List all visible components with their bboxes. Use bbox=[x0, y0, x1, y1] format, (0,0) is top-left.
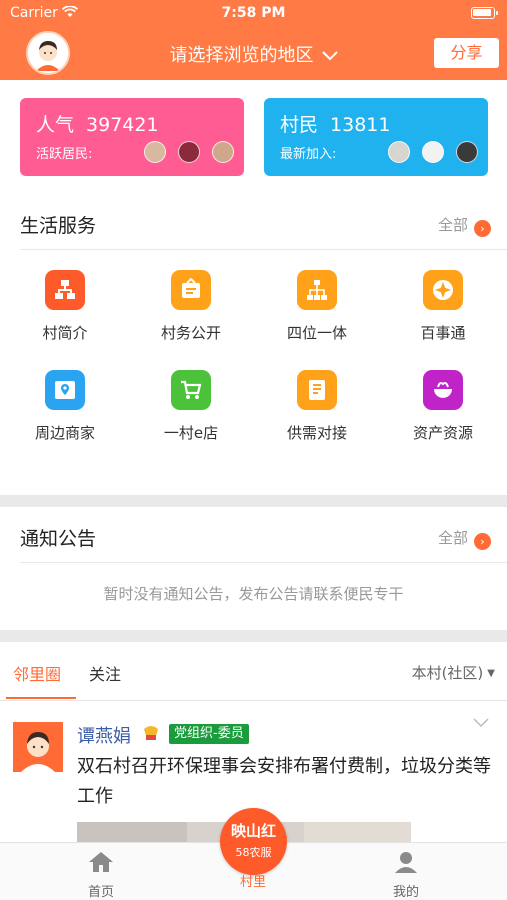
service-know-all[interactable]: 百事通 bbox=[380, 250, 506, 350]
caret-down-icon: ▼ bbox=[487, 668, 495, 679]
resident-avatar[interactable] bbox=[178, 141, 200, 163]
post-text[interactable]: 双石村召开环保理事会安排布署付费制，垃圾分类等工作 bbox=[77, 752, 497, 812]
chevron-down-icon[interactable] bbox=[473, 716, 489, 732]
all-label: 全部 bbox=[437, 216, 468, 234]
member-avatar[interactable] bbox=[422, 141, 444, 163]
app-screen: Carrier 7:58 PM 请选择浏览的地区 分享 人气 397421 活跃居… bbox=[0, 0, 507, 900]
promo-line2: 58农服 bbox=[235, 846, 272, 859]
popularity-value: 397421 bbox=[86, 114, 159, 136]
chevron-down-icon bbox=[321, 45, 338, 66]
notices-empty-message: 暂时没有通知公告，发布公告请联系便民专干 bbox=[0, 566, 507, 630]
clock: 7:58 PM bbox=[221, 5, 286, 21]
map-pin-icon bbox=[45, 370, 85, 410]
promo-line1: 映山红 bbox=[230, 822, 276, 840]
service-supply-demand[interactable]: 供需对接 bbox=[254, 350, 380, 450]
notices-title: 通知公告 bbox=[20, 528, 97, 550]
section-gap bbox=[0, 495, 507, 507]
villagers-card[interactable]: 村民 13811 最新加入: bbox=[264, 98, 488, 176]
service-village-store[interactable]: 一村e店 bbox=[128, 350, 254, 450]
person-icon bbox=[394, 852, 418, 877]
tab-following[interactable]: 关注 bbox=[89, 661, 121, 685]
villagers-label: 村民 bbox=[280, 114, 319, 136]
chevron-right-icon: › bbox=[474, 220, 491, 237]
home-icon bbox=[88, 852, 114, 877]
nav-mine[interactable]: 我的 bbox=[356, 851, 456, 900]
new-members-avatars bbox=[376, 141, 478, 163]
nav-home[interactable]: 首页 bbox=[51, 851, 151, 900]
status-bar: Carrier 7:58 PM bbox=[0, 0, 507, 28]
service-label: 一村e店 bbox=[163, 424, 219, 442]
cart-icon bbox=[171, 370, 211, 410]
post-photo[interactable] bbox=[77, 822, 187, 842]
medal-icon bbox=[141, 723, 161, 743]
notice-board-icon bbox=[171, 270, 211, 310]
post-author-avatar[interactable] bbox=[13, 722, 63, 772]
service-nearby-merchants[interactable]: 周边商家 bbox=[2, 350, 128, 450]
role-badge: 党组织-委员 bbox=[169, 724, 249, 744]
all-label: 全部 bbox=[437, 529, 468, 547]
share-button[interactable]: 分享 bbox=[434, 38, 499, 68]
resident-avatar[interactable] bbox=[212, 141, 234, 163]
service-grid: 村简介 村务公开 四位一体 百事通 周边商家 一村e店 供需对接 资产资源 bbox=[0, 250, 507, 495]
service-label: 资产资源 bbox=[412, 424, 473, 442]
life-services-all-link[interactable]: 全部 › bbox=[438, 214, 491, 237]
life-services-header: 生活服务 全部 › bbox=[0, 194, 507, 250]
service-four-in-one[interactable]: 四位一体 bbox=[254, 250, 380, 350]
service-label: 四位一体 bbox=[286, 324, 347, 342]
battery-icon bbox=[471, 7, 498, 19]
service-label: 供需对接 bbox=[286, 424, 347, 442]
section-gap bbox=[0, 630, 507, 642]
post-author-name[interactable]: 谭燕娟 bbox=[77, 722, 131, 748]
notices-all-link[interactable]: 全部 › bbox=[438, 527, 491, 550]
active-residents-avatars bbox=[132, 141, 234, 163]
popularity-card[interactable]: 人气 397421 活跃居民: bbox=[20, 98, 244, 176]
service-assets[interactable]: 资产资源 bbox=[380, 350, 506, 450]
service-label: 百事通 bbox=[420, 324, 466, 342]
stats-panel: 人气 397421 活跃居民: 村民 13811 最新加入: bbox=[0, 80, 507, 186]
scope-label: 本村(社区) bbox=[411, 664, 484, 682]
region-prompt: 请选择浏览的地区 bbox=[169, 45, 314, 66]
new-members-label: 最新加入: bbox=[280, 147, 337, 162]
service-village-intro[interactable]: 村简介 bbox=[2, 250, 128, 350]
tab-neighborhood[interactable]: 邻里圈 bbox=[13, 661, 61, 685]
active-tab-indicator bbox=[6, 697, 76, 699]
top-header: Carrier 7:58 PM 请选择浏览的地区 分享 bbox=[0, 0, 507, 80]
region-selector[interactable]: 请选择浏览的地区 bbox=[0, 41, 507, 67]
service-label: 村务公开 bbox=[160, 324, 221, 342]
compass-icon bbox=[423, 270, 463, 310]
villagers-value: 13811 bbox=[330, 114, 391, 136]
hierarchy-icon bbox=[297, 270, 337, 310]
service-village-affairs[interactable]: 村务公开 bbox=[128, 250, 254, 350]
service-label: 周边商家 bbox=[34, 424, 95, 442]
bowl-icon bbox=[423, 370, 463, 410]
active-residents-label: 活跃居民: bbox=[36, 147, 93, 162]
feed-tabs: 邻里圈 关注 本村(社区) ▼ bbox=[0, 643, 507, 701]
document-icon bbox=[297, 370, 337, 410]
chevron-right-icon: › bbox=[474, 533, 491, 550]
member-avatar[interactable] bbox=[388, 141, 410, 163]
center-promo-button[interactable]: 映山红 58农服 bbox=[220, 808, 287, 875]
notices-header: 通知公告 全部 › bbox=[0, 507, 507, 563]
nav-home-label: 首页 bbox=[87, 885, 114, 900]
service-label: 村简介 bbox=[42, 324, 88, 342]
scope-dropdown[interactable]: 本村(社区) ▼ bbox=[412, 662, 495, 683]
org-chart-icon bbox=[45, 270, 85, 310]
member-avatar[interactable] bbox=[456, 141, 478, 163]
popularity-label: 人气 bbox=[36, 114, 75, 136]
nav-mine-label: 我的 bbox=[392, 885, 419, 900]
resident-avatar[interactable] bbox=[144, 141, 166, 163]
life-services-title: 生活服务 bbox=[20, 215, 97, 237]
divider bbox=[20, 562, 507, 563]
post-photo[interactable] bbox=[304, 822, 411, 842]
